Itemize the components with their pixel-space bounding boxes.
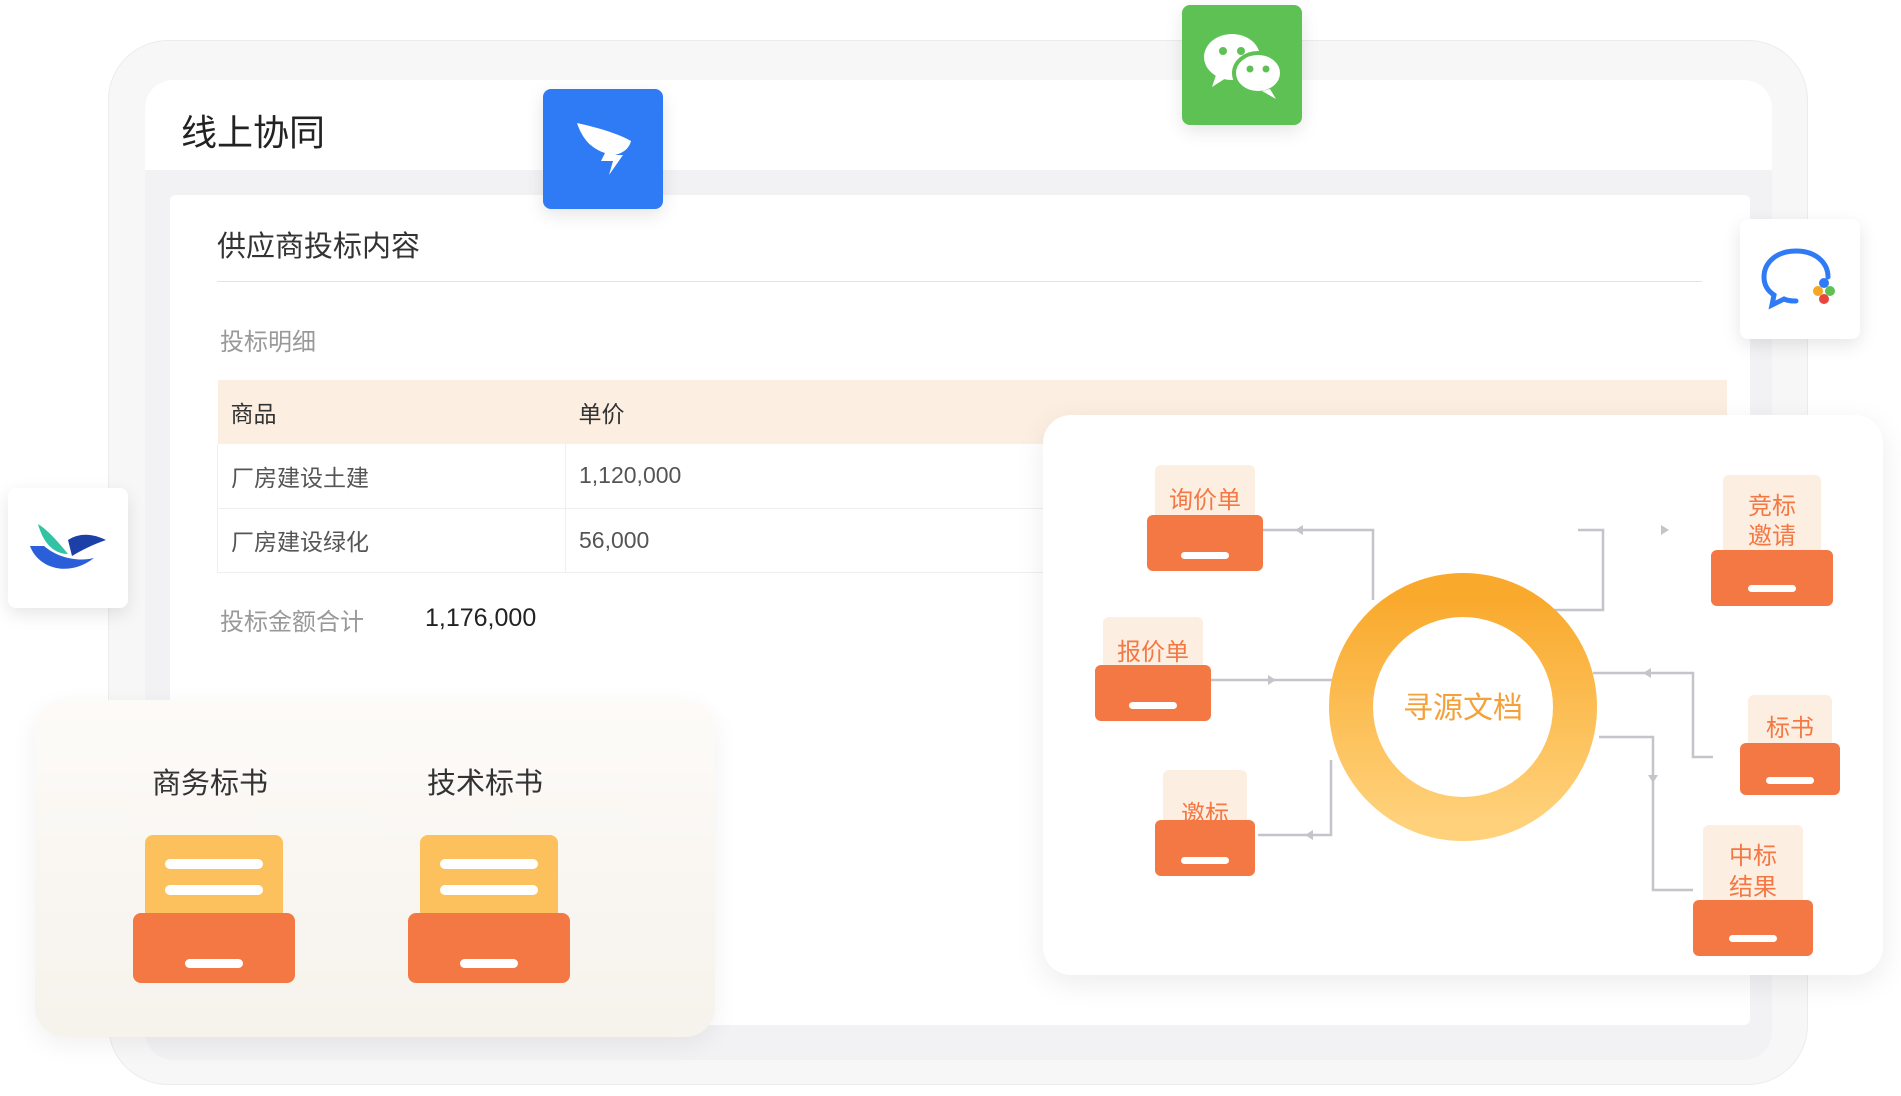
quotation-label: 报价单 — [1117, 639, 1189, 666]
award-result-doc-icon[interactable]: 中标 结果 — [1693, 825, 1813, 956]
section-divider — [217, 281, 1702, 282]
bid-doc-label: 标书 — [1766, 715, 1814, 742]
window-title: 线上协同 — [181, 112, 326, 153]
inquiry-doc-icon[interactable]: 询价单 — [1147, 465, 1263, 571]
business-folder-icon[interactable] — [133, 835, 298, 985]
award-line2: 结果 — [1729, 874, 1777, 901]
total-label: 投标金额合计 — [220, 609, 364, 636]
bid-invite-line1: 竞标 — [1748, 493, 1796, 520]
wechat-icon[interactable] — [1182, 5, 1302, 125]
total-value: 1,176,000 — [425, 604, 537, 632]
dingtalk-glyph — [577, 123, 631, 175]
section-title: 供应商投标内容 — [217, 231, 421, 263]
cell-item: 厂房建设土建 — [217, 444, 566, 509]
center-label: 寻源文档 — [1403, 692, 1523, 725]
feishu-icon[interactable] — [8, 488, 128, 608]
sourcing-diagram-panel: 寻源文档 询价单 报价单 邀标 竞标 邀请 标书 中标 结果 — [1043, 415, 1883, 975]
column-header-item: 商品 — [217, 380, 566, 444]
connector-arrows — [1268, 525, 1669, 840]
window-header: 线上协同 — [145, 80, 1772, 170]
wecom-glyph — [1761, 248, 1835, 310]
bid-invite-line2: 邀请 — [1748, 523, 1796, 550]
dingtalk-icon[interactable] — [543, 89, 663, 209]
technical-folder-icon[interactable] — [408, 835, 573, 985]
award-line1: 中标 — [1729, 843, 1777, 870]
tender-panel: 商务标书 技术标书 — [35, 700, 715, 1037]
feishu-glyph — [30, 524, 106, 569]
business-tender-label: 商务标书 — [152, 768, 269, 800]
quotation-doc-icon[interactable]: 报价单 — [1095, 617, 1211, 721]
wechat-glyph — [1204, 34, 1284, 99]
cell-item: 厂房建设绿化 — [217, 508, 566, 573]
bid-detail-label: 投标明细 — [220, 329, 316, 356]
sourcing-diagram: 寻源文档 询价单 报价单 邀标 竞标 邀请 标书 中标 结果 — [1095, 465, 1840, 956]
invitation-doc-icon[interactable]: 邀标 — [1155, 770, 1255, 876]
bid-document-icon[interactable]: 标书 — [1740, 695, 1840, 795]
invitation-label: 邀标 — [1181, 801, 1229, 828]
wecom-icon[interactable] — [1740, 219, 1860, 339]
technical-tender-label: 技术标书 — [427, 768, 544, 800]
inquiry-label: 询价单 — [1169, 487, 1241, 514]
bid-invitation-doc-icon[interactable]: 竞标 邀请 — [1711, 475, 1833, 606]
